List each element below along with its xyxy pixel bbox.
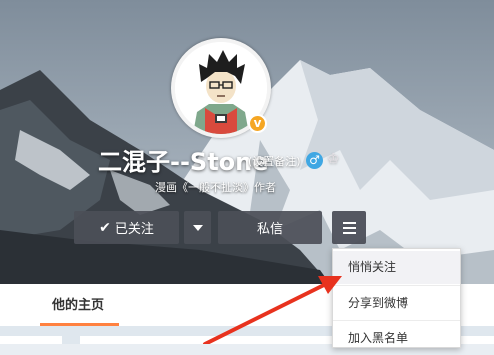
check-icon: ✔ (99, 219, 111, 236)
menu-divider (333, 285, 460, 286)
menu-item-blacklist[interactable]: 加入黑名单 (333, 322, 460, 355)
male-icon: ♂ (306, 152, 323, 169)
profile-description: 漫画《一般不扯淡》作者 (155, 181, 276, 194)
menu-item-share-to-weibo[interactable]: 分享到微博 (333, 287, 460, 320)
follow-options-button[interactable] (184, 211, 211, 244)
set-remark-link[interactable]: (设置备注) (248, 153, 301, 169)
chevron-down-icon (192, 224, 203, 231)
followed-label: 已关注 (114, 222, 154, 237)
menu-item-secret-follow[interactable]: 悄悄关注 (333, 251, 460, 284)
more-menu-button[interactable] (332, 211, 366, 244)
crown-icon[interactable]: ♔ (327, 151, 340, 167)
more-menu-dropdown: 悄悄关注 分享到微博 加入黑名单 (332, 248, 461, 348)
content-card (0, 336, 62, 344)
verified-v-icon: v (248, 114, 267, 133)
menu-divider (333, 320, 460, 321)
menu-icon (342, 221, 356, 224)
message-label: 私信 (256, 222, 283, 237)
message-button[interactable]: 私信 (218, 211, 322, 244)
profile-name: 二混子--Stone (98, 148, 269, 176)
tab-home[interactable]: 他的主页 (52, 294, 104, 313)
followed-button[interactable]: ✔ 已关注 (74, 211, 179, 244)
